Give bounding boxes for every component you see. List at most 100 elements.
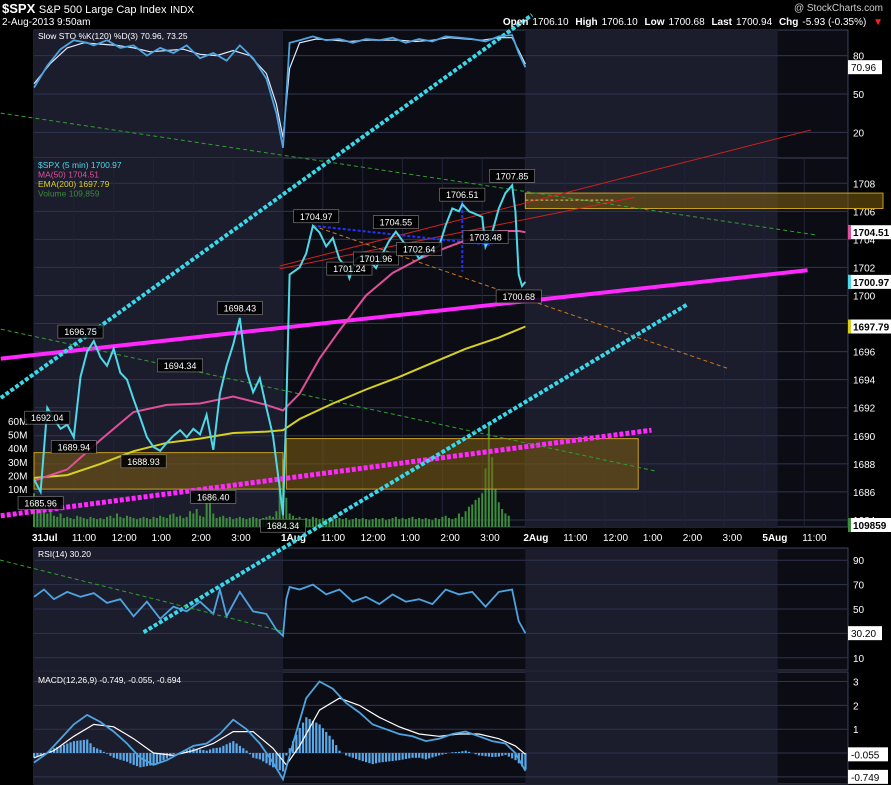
macd-histogram-bar: [139, 753, 142, 768]
exchange: INDX: [170, 5, 195, 16]
macd-histogram-bar: [235, 743, 238, 754]
volume-bar: [497, 502, 500, 527]
macd-histogram-bar: [404, 753, 408, 759]
price-label: 1700.68: [502, 292, 535, 302]
badge-accent: [848, 319, 851, 334]
price-label: 1698.43: [224, 304, 257, 314]
macd-histogram-bar: [438, 753, 441, 756]
stock-chart: 2050801684168616881690169216941696169817…: [0, 13, 891, 785]
price-tick-label: 1700: [853, 291, 876, 302]
macd-histogram-bar: [408, 753, 411, 759]
volume-bar: [238, 516, 241, 527]
price-tick-label: 1692: [853, 404, 876, 415]
rsi-tick-label: 10: [853, 654, 865, 665]
macd-histogram-bar: [361, 753, 364, 762]
macd-histogram-bar: [222, 745, 225, 754]
macd-histogram-bar: [308, 719, 311, 754]
macd-histogram-bar: [225, 744, 228, 754]
volume-bar: [441, 516, 444, 527]
macd-histogram-bar: [365, 753, 368, 763]
credit-text: @ StockCharts.com: [793, 3, 883, 14]
volume-bar: [404, 519, 407, 527]
x-tick-label: 2:00: [191, 533, 211, 544]
rsi-tick-label: 70: [853, 581, 865, 592]
macd-tick-label: 2: [853, 701, 859, 712]
volume-bar: [248, 517, 251, 527]
volume-bar: [228, 516, 231, 527]
macd-histogram-bar: [116, 753, 119, 759]
macd-histogram-bar: [252, 753, 255, 758]
price-label: 1688.93: [127, 457, 160, 467]
macd-histogram-bar: [109, 753, 112, 756]
macd-histogram-bar: [315, 722, 318, 754]
volume-bar: [335, 519, 338, 527]
macd-histogram-bar: [424, 753, 427, 760]
macd-histogram-bar: [431, 753, 434, 758]
volume-tick-label: 20M: [8, 471, 27, 482]
sto-legend: Slow STO %K(120) %D(3) 70.96, 73.25: [38, 31, 188, 41]
volume-bar: [116, 513, 118, 527]
macd-histogram-bar: [298, 728, 301, 754]
macd-histogram-bar: [451, 752, 454, 754]
volume-bar: [149, 519, 152, 527]
macd-histogram-bar: [474, 753, 477, 755]
volume-bar: [72, 519, 75, 527]
macd-histogram-bar: [464, 750, 467, 754]
volume-bar: [411, 516, 414, 527]
price-tick-label: 1688: [853, 460, 876, 471]
rsi-tick-label: 50: [853, 605, 865, 616]
macd-badge: -0.055: [851, 750, 880, 761]
macd-histogram-bar: [398, 753, 401, 761]
volume-bar: [348, 520, 351, 527]
chg-value: -5.93 (-0.35%): [802, 17, 867, 28]
macd-histogram-bar: [454, 752, 457, 754]
macd-histogram-bar: [262, 753, 265, 762]
volume-bar: [388, 519, 391, 527]
volume-tick-label: 40M: [8, 444, 27, 455]
last-value: 1700.94: [736, 17, 773, 28]
high-value: 1706.10: [601, 17, 638, 28]
volume-bar: [408, 517, 411, 527]
x-tick-label: 1:00: [152, 533, 172, 544]
macd-histogram-bar: [378, 753, 381, 763]
price-tick-label: 1686: [853, 488, 876, 499]
volume-bar: [315, 517, 318, 527]
macd-histogram-bar: [381, 753, 384, 763]
macd-histogram-bar: [511, 753, 514, 759]
macd-histogram-bar: [145, 753, 149, 767]
macd-histogram-bar: [102, 751, 105, 754]
macd-histogram-bar: [401, 753, 404, 760]
macd-histogram-bar: [119, 753, 122, 760]
price-label: 1692.04: [31, 413, 64, 423]
volume-bar: [192, 513, 195, 527]
rsi-legend: RSI(14) 30.20: [38, 549, 91, 559]
volume-bar: [89, 516, 92, 527]
macd-histogram-bar: [331, 739, 334, 754]
volume-bar: [52, 515, 55, 527]
price-badge: 1704.51: [853, 228, 890, 239]
resistance-zone: [524, 192, 884, 210]
volume-bar: [139, 517, 142, 527]
volume-bar: [165, 517, 168, 527]
price-label: 1684.34: [267, 521, 300, 531]
x-tick-label: 1:00: [401, 533, 421, 544]
volume-bar: [119, 516, 122, 527]
price-label: 1702.64: [403, 244, 436, 254]
price-tick-label: 1694: [853, 376, 876, 387]
volume-bar: [501, 508, 504, 527]
volume-bar: [255, 517, 258, 527]
price-tick-label: 1708: [853, 179, 876, 190]
volume-bar: [391, 517, 394, 527]
volume-bar: [155, 517, 158, 527]
price-legend-item: MA(50) 1704.51: [38, 170, 99, 180]
volume-bar: [225, 517, 228, 527]
volume-bar: [235, 517, 238, 527]
volume-bar: [401, 517, 404, 527]
volume-bar: [355, 517, 358, 527]
macd-histogram-bar: [258, 753, 261, 760]
volume-tick-label: 10M: [8, 485, 27, 496]
macd-histogram-bar: [155, 753, 159, 764]
macd-panel-shade-day3: [525, 672, 778, 784]
macd-histogram-bar: [172, 753, 175, 755]
macd-histogram-bar: [228, 742, 232, 754]
